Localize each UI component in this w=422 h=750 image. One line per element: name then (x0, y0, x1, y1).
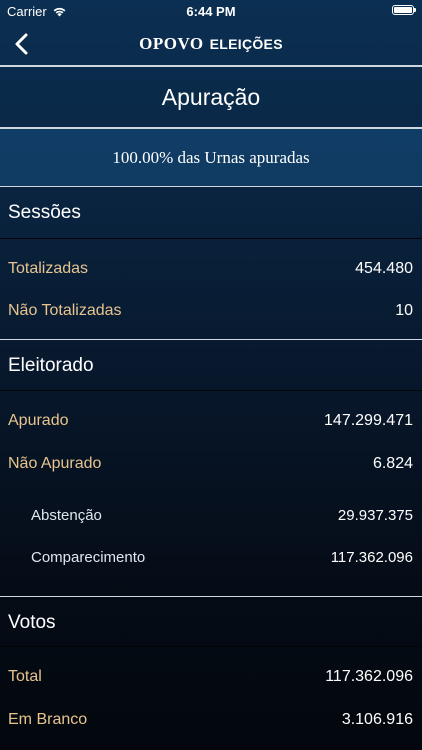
row-label: Abstenção (31, 506, 102, 524)
row-nao-totalizadas: Não Totalizadas 10 (0, 291, 422, 331)
progress-text: 100.00% das Urnas apuradas (0, 129, 422, 186)
page-title: Apuração (161, 83, 261, 110)
row-value: 3.106.916 (341, 711, 413, 728)
nav-bar: OPOVO ELEIÇÕES (0, 22, 422, 66)
divider (0, 238, 422, 239)
brand-logo: OPOVO ELEIÇÕES (0, 34, 422, 54)
row-abstencao: Abstenção 29.937.375 (0, 495, 422, 535)
row-label: Apurado (8, 412, 69, 429)
row-label: Não Totalizadas (8, 302, 122, 319)
divider (0, 596, 422, 597)
row-value: 147.299.471 (324, 412, 413, 429)
row-total: Total 117.362.096 (0, 657, 422, 697)
row-label: Total (8, 668, 42, 685)
row-nao-apurado: Não Apurado 6.824 (0, 444, 422, 484)
brand-logo-text: OPOVO (139, 34, 204, 53)
battery-icon (392, 5, 416, 15)
row-value: 29.937.375 (337, 506, 413, 524)
status-time: 6:44 PM (186, 4, 236, 19)
row-value: 10 (395, 302, 413, 319)
brand-section-text: ELEIÇÕES (209, 36, 283, 52)
divider (0, 186, 422, 187)
row-value: 117.362.096 (330, 548, 413, 566)
row-label: Não Apurado (8, 455, 102, 472)
row-value: 454.480 (355, 260, 413, 277)
row-apurado: Apurado 147.299.471 (0, 401, 422, 441)
section-header-eleitorado: Eleitorado (8, 355, 94, 376)
divider (0, 390, 422, 391)
divider (0, 646, 422, 647)
section-header-sessoes: Sessões (8, 202, 81, 223)
divider (0, 339, 422, 340)
row-comparecimento: Comparecimento 117.362.096 (0, 537, 422, 577)
row-em-branco: Em Branco 3.106.916 (0, 700, 422, 740)
section-header-votos: Votos (8, 612, 56, 633)
row-label: Totalizadas (8, 260, 89, 277)
status-bar: Carrier 6:44 PM (0, 0, 422, 22)
row-totalizadas: Totalizadas 454.480 (0, 249, 422, 289)
screen: Carrier 6:44 PM OPOVO ELEIÇÕES Apuração 1… (0, 0, 422, 750)
row-label: Em Branco (8, 711, 88, 728)
row-label: Comparecimento (31, 548, 146, 566)
row-value: 117.362.096 (325, 668, 413, 685)
row-value: 6.824 (372, 455, 413, 472)
